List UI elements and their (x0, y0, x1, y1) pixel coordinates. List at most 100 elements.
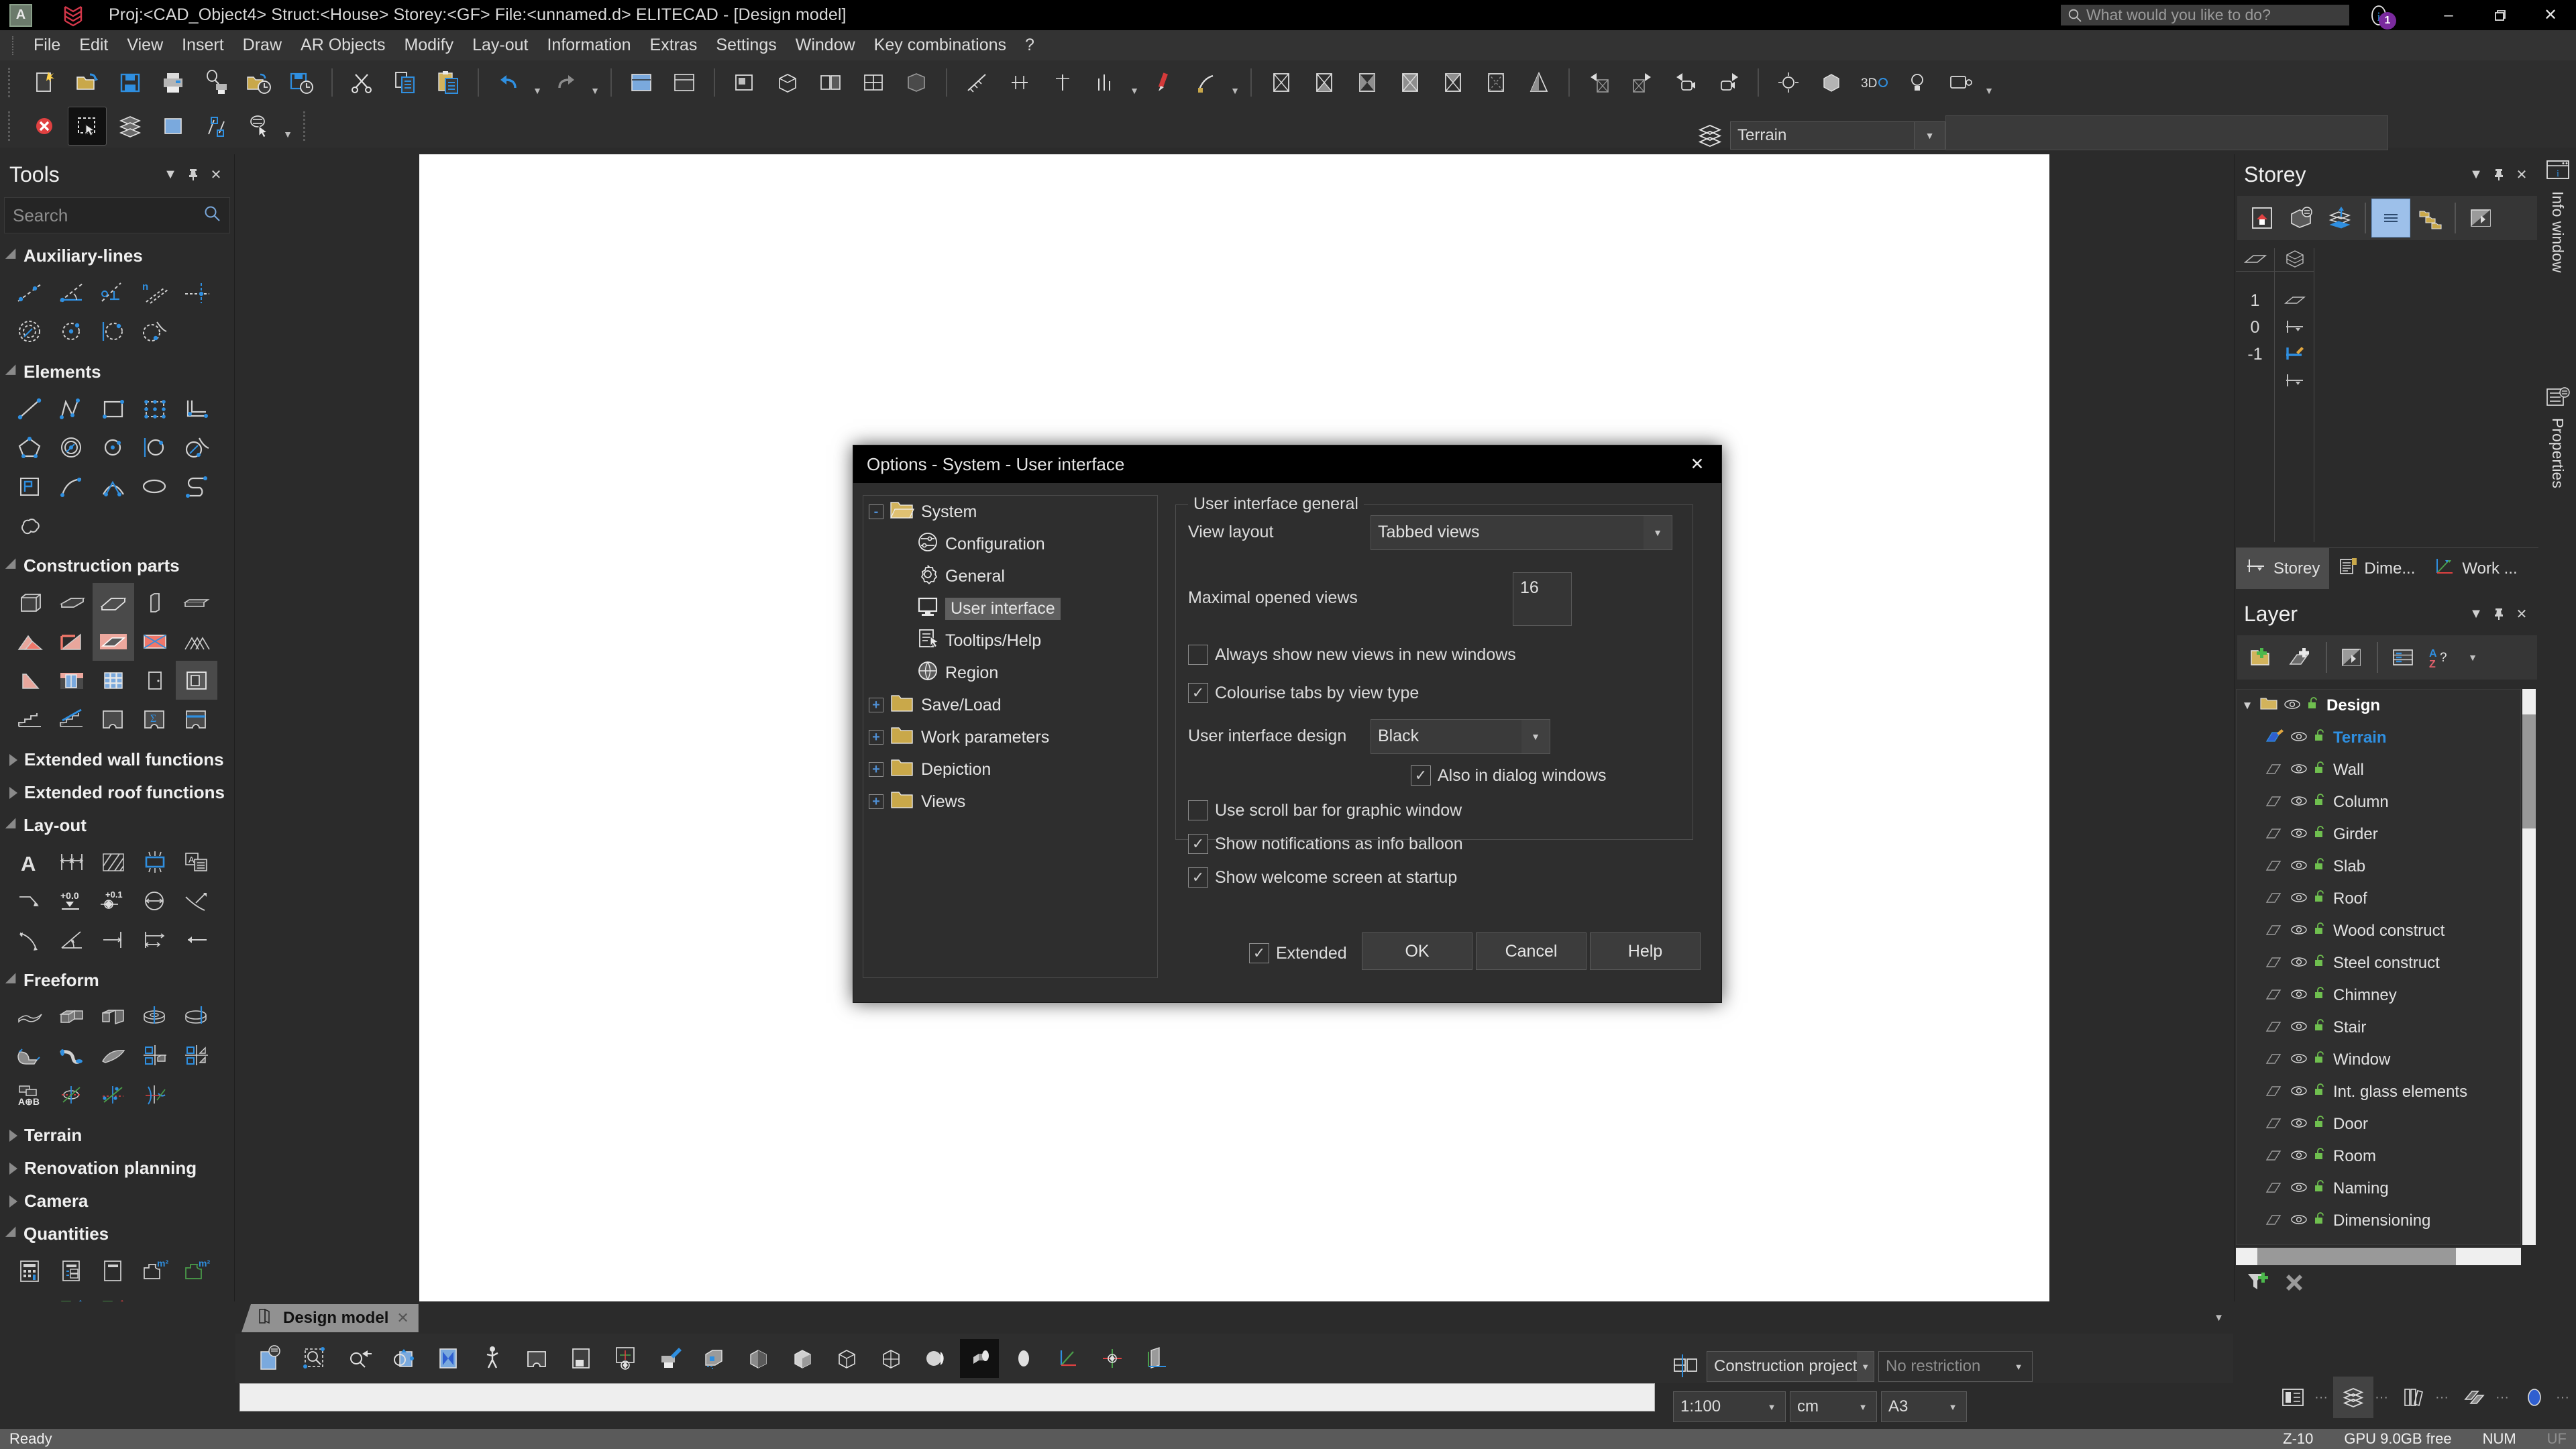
close-button[interactable]: ✕ (2525, 0, 2576, 30)
ff-axis-rotate-icon[interactable] (51, 1075, 93, 1114)
close-icon[interactable]: ✕ (2510, 602, 2533, 625)
node-edit-icon[interactable] (197, 107, 235, 145)
element-s-curve-icon[interactable] (176, 467, 217, 506)
redo-icon[interactable] (547, 64, 585, 101)
ff-patch-icon[interactable] (93, 1036, 134, 1075)
element-circle-tangent-icon[interactable] (134, 428, 176, 467)
element-circle-icon[interactable] (93, 428, 134, 467)
layer-horizontal-scroll-thumb[interactable] (2257, 1248, 2456, 1265)
layer-row-naming[interactable]: Naming (2237, 1173, 2520, 1205)
view-x3-icon[interactable] (1348, 64, 1386, 101)
tools-search-input[interactable]: Search (4, 197, 230, 233)
material-status-icon[interactable] (2454, 1377, 2494, 1418)
layer-row-dimensioning[interactable]: Dimensioning (2237, 1205, 2520, 1237)
layer-row-column[interactable]: Column (2237, 786, 2520, 818)
eye-icon[interactable] (2290, 1115, 2308, 1134)
print-edit-icon[interactable] (650, 1339, 689, 1378)
dialog-settings-tree[interactable]: - System Configuration General User inte… (863, 495, 1158, 978)
storey-level-edit-icon[interactable] (2275, 341, 2314, 368)
also-dialog-windows-row[interactable]: ✓ Also in dialog windows (1411, 765, 1607, 786)
light-bulb-icon[interactable] (1898, 64, 1936, 101)
eye-icon[interactable] (2290, 793, 2308, 812)
eye-icon[interactable] (2290, 857, 2308, 876)
restore-button[interactable] (2474, 0, 2525, 30)
command-input[interactable] (239, 1383, 1655, 1411)
aux-arc-icon[interactable] (134, 312, 176, 351)
chevron-down-icon[interactable]: ▼ (1521, 719, 1550, 753)
cube-section-icon[interactable] (855, 64, 892, 101)
cp-window-grid-icon[interactable] (93, 661, 134, 700)
cube-split-icon[interactable] (812, 64, 849, 101)
layer-contrast-icon[interactable] (2332, 638, 2371, 677)
frame-dropdown-caret[interactable]: ▼ (1982, 64, 1996, 101)
tree-node-region[interactable]: Region (863, 657, 1157, 689)
view-prev-icon[interactable] (1580, 64, 1618, 101)
document-tab-design-model[interactable]: Design model ✕ (241, 1304, 419, 1332)
layer-row-room[interactable]: Room (2237, 1140, 2520, 1173)
toolbar2-grip-2[interactable] (303, 111, 310, 141)
colour-dots[interactable]: ··· (2556, 1390, 2573, 1405)
minimize-button[interactable]: – (2423, 0, 2474, 30)
pencil-red-icon[interactable] (1144, 64, 1182, 101)
construction-project-combo[interactable]: Construction project ▼ (1707, 1351, 1874, 1382)
ff-curve-axis-icon[interactable] (134, 1075, 176, 1114)
layer-properties-list-icon[interactable] (2383, 638, 2422, 677)
colourise-tabs-row[interactable]: ✓ Colourise tabs by view type (1188, 683, 1419, 703)
element-polyline-icon[interactable] (51, 389, 93, 428)
element-ellipse-icon[interactable] (134, 467, 176, 506)
render-mode-icon[interactable] (960, 1339, 999, 1378)
view-x6-icon[interactable] (1477, 64, 1515, 101)
menu-item-information[interactable]: Information (537, 30, 640, 60)
grid-icon[interactable] (623, 64, 660, 101)
tab-work-parameters[interactable]: Work ... (2424, 548, 2526, 589)
layer-row-chimney[interactable]: Chimney (2237, 979, 2520, 1012)
element-rect-icon[interactable] (93, 389, 134, 428)
grid2-icon[interactable] (665, 64, 703, 101)
cube-dim-icon[interactable] (898, 64, 935, 101)
new-document-icon[interactable] (25, 64, 63, 101)
cp-roof-plane-icon[interactable] (93, 622, 134, 661)
cp-roof-side-icon[interactable] (9, 661, 51, 700)
camera-next-icon[interactable] (1709, 64, 1747, 101)
element-cloud-icon[interactable] (9, 506, 51, 545)
tree-expander-plus[interactable]: + (869, 762, 883, 777)
tree-expander-plus[interactable]: + (869, 794, 883, 809)
active-layer-combo-box[interactable]: Terrain ▼ (1730, 121, 1945, 150)
tree-node-system[interactable]: - System (863, 496, 1157, 528)
new-layer-folder-icon[interactable] (2243, 638, 2282, 677)
eye-icon[interactable] (2290, 729, 2308, 747)
chevron-down-icon[interactable]: ▼ (1939, 1392, 1966, 1421)
tools-group-extended-roof-functions[interactable]: Extended roof functions (4, 775, 230, 808)
layer-row-slab[interactable]: Slab (2237, 851, 2520, 883)
chevron-down-icon[interactable]: ▼ (1857, 1352, 1874, 1381)
hidden-line-view-icon[interactable] (871, 1339, 910, 1378)
new-layer-icon[interactable] (2282, 638, 2320, 677)
storey-up-icon[interactable] (2320, 199, 2359, 237)
cp-stair-icon[interactable] (9, 700, 51, 739)
storey-cascade-icon[interactable] (2410, 199, 2449, 237)
qt-rooms-edit-icon[interactable] (93, 1290, 134, 1301)
tree-node-views[interactable]: + Views (863, 786, 1157, 818)
tab-dimension[interactable]: Dime... (2329, 548, 2424, 589)
undo-icon[interactable] (490, 64, 527, 101)
origin-axis-icon[interactable] (1093, 1339, 1132, 1378)
ff-surface-icon[interactable] (9, 998, 51, 1036)
shaded-view-icon[interactable] (783, 1339, 822, 1378)
eye-icon[interactable] (2290, 1051, 2308, 1069)
view-next-icon[interactable] (1623, 64, 1661, 101)
brush-dropdown-caret[interactable]: ▼ (1228, 64, 1242, 101)
qt-rooms-check-icon[interactable] (51, 1290, 93, 1301)
notification-badge[interactable]: 1 (2379, 12, 2396, 30)
menu-grip[interactable] (12, 36, 17, 55)
pin-icon[interactable] (2487, 163, 2510, 186)
cancel-icon[interactable] (25, 107, 63, 145)
ff-extrude-icon[interactable] (51, 998, 93, 1036)
view-x5-icon[interactable] (1434, 64, 1472, 101)
eye-icon[interactable] (2290, 986, 2308, 1005)
menu-item-file[interactable]: File (24, 30, 70, 60)
unlock-icon[interactable] (2313, 1018, 2328, 1037)
tree-node-work-parameters[interactable]: + Work parameters (863, 721, 1157, 753)
qt-room-check-icon[interactable] (9, 1290, 51, 1301)
unlock-icon[interactable] (2313, 1212, 2328, 1230)
camera-prev-icon[interactable] (1666, 64, 1704, 101)
